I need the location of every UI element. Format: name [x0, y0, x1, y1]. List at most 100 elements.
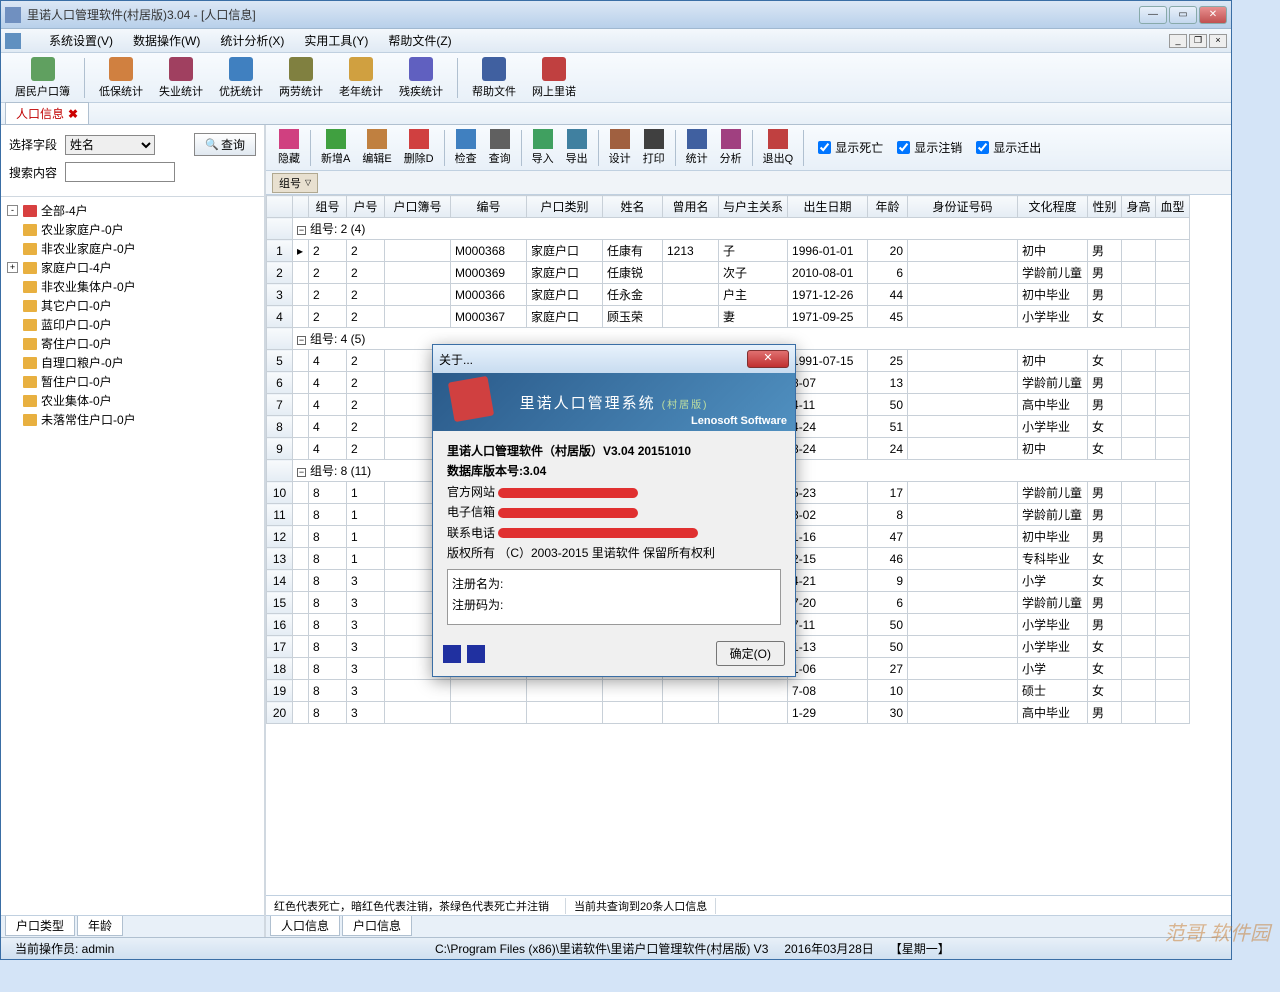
ok-button[interactable]: 确定(O): [716, 641, 785, 666]
toolbar-btn-8[interactable]: 网上里诺: [524, 55, 584, 101]
group-bar: 组号: [266, 171, 1231, 195]
document-tabs: 人口信息 ✖: [1, 103, 1231, 125]
toolbar-btn-6[interactable]: 残疾统计: [391, 55, 451, 101]
grid-tb-设计[interactable]: 设计: [603, 127, 637, 168]
table-row[interactable]: 1▸22M000368家庭户口任康有1213子1996-01-0120初中男: [267, 240, 1190, 262]
toolbar-icon: [229, 57, 253, 81]
table-row[interactable]: 422M000367家庭户口顾玉荣妻1971-09-2545小学毕业女: [267, 306, 1190, 328]
count-text: 当前共查询到20条人口信息: [566, 898, 716, 914]
menu-item[interactable]: 帮助文件(Z): [378, 34, 461, 48]
bottom-tab[interactable]: 人口信息: [270, 916, 340, 936]
menubar: 系统设置(V)数据操作(W)统计分析(X)实用工具(Y)帮助文件(Z) _ ❐ …: [1, 29, 1231, 53]
bottom-tab[interactable]: 户口信息: [342, 916, 412, 936]
tree-item[interactable]: 农业集体-0户: [5, 391, 260, 410]
dialog-close-button[interactable]: ✕: [747, 350, 789, 368]
table-row[interactable]: 20831-2930高中毕业男: [267, 702, 1190, 724]
close-button[interactable]: ✕: [1199, 6, 1227, 24]
grid-tb-查询[interactable]: 查询: [483, 127, 517, 168]
site-link[interactable]: [498, 485, 638, 499]
tree-item[interactable]: 自理口粮户-0户: [5, 353, 260, 372]
grid-toolbar: 隐藏新增A编辑E删除D检查查询导入导出设计打印统计分析退出Q 显示死亡显示注销显示…: [266, 125, 1231, 171]
tree-item[interactable]: 非农业家庭户-0户: [5, 239, 260, 258]
bottom-tab[interactable]: 年龄: [77, 916, 123, 936]
toolbar-label: 帮助文件: [472, 83, 516, 99]
toolbar-btn-5[interactable]: 老年统计: [331, 55, 391, 101]
check-显示迁出[interactable]: 显示迁出: [976, 139, 1041, 156]
menu-item[interactable]: 系统设置(V): [39, 34, 123, 48]
grid-tb-统计[interactable]: 统计: [680, 127, 714, 168]
grid-tb-删除D[interactable]: 删除D: [398, 127, 440, 168]
window-title: 里诺人口管理软件(村居版)3.04 - [人口信息]: [27, 6, 1139, 23]
tab-label: 人口信息: [16, 107, 64, 121]
minimize-button[interactable]: —: [1139, 6, 1167, 24]
grid-tb-icon: [279, 129, 299, 149]
toolbar-btn-2[interactable]: 失业统计: [151, 55, 211, 101]
check-显示注销[interactable]: 显示注销: [897, 139, 962, 156]
tel-redacted: [498, 528, 698, 538]
grid-tb-分析[interactable]: 分析: [714, 127, 748, 168]
mdi-restore-button[interactable]: ❐: [1189, 34, 1207, 48]
grid-tb-icon: [490, 129, 510, 149]
tab-close-icon[interactable]: ✖: [68, 107, 78, 121]
query-button[interactable]: 查询: [194, 133, 256, 156]
tree-item[interactable]: 非农业集体户-0户: [5, 277, 260, 296]
toolbar-icon: [349, 57, 373, 81]
toolbar-btn-4[interactable]: 两劳统计: [271, 55, 331, 101]
grid-tb-icon: [567, 129, 587, 149]
toolbar-btn-7[interactable]: 帮助文件: [464, 55, 524, 101]
grid-tb-退出Q[interactable]: 退出Q: [757, 127, 800, 168]
tree-item[interactable]: 其它户口-0户: [5, 296, 260, 315]
tree-item[interactable]: 未落常住户口-0户: [5, 410, 260, 429]
path-text: C:\Program Files (x86)\里诺软件\里诺户口管理软件(村居版…: [427, 940, 776, 957]
grid-tb-新增A[interactable]: 新增A: [315, 127, 356, 168]
toolbar-label: 残疾统计: [399, 83, 443, 99]
grid-tb-导出[interactable]: 导出: [560, 127, 594, 168]
toolbar-label: 老年统计: [339, 83, 383, 99]
toolbar-label: 网上里诺: [532, 83, 576, 99]
grid-tb-icon: [367, 129, 387, 149]
tree-item[interactable]: +家庭户口-4户: [5, 258, 260, 277]
mdi-min-button[interactable]: _: [1169, 34, 1187, 48]
dialog-titlebar[interactable]: 关于... ✕: [433, 345, 795, 373]
grid-tb-隐藏[interactable]: 隐藏: [272, 127, 306, 168]
copyright-text: 版权所有 （C）2003-2015 里诺软件 保留所有权利: [447, 546, 715, 560]
grid-status: 红色代表死亡，暗红色代表注销，茶绿色代表死亡并注销 当前共查询到20条人口信息: [266, 895, 1231, 915]
grid-tb-导入[interactable]: 导入: [526, 127, 560, 168]
grid-tb-打印[interactable]: 打印: [637, 127, 671, 168]
toolbar-icon: [109, 57, 133, 81]
toolbar-btn-0[interactable]: 居民户口簿: [7, 55, 78, 101]
tree-item[interactable]: 蓝印户口-0户: [5, 315, 260, 334]
toolbar-btn-1[interactable]: 低保统计: [91, 55, 151, 101]
category-tree[interactable]: -全部-4户农业家庭户-0户非农业家庭户-0户+家庭户口-4户非农业集体户-0户…: [1, 197, 264, 915]
tree-item[interactable]: 农业家庭户-0户: [5, 220, 260, 239]
toolbar-btn-3[interactable]: 优抚统计: [211, 55, 271, 101]
table-row[interactable]: 322M000366家庭户口任永金户主1971-12-2644初中毕业男: [267, 284, 1190, 306]
tree-item[interactable]: 暂住户口-0户: [5, 372, 260, 391]
maximize-button[interactable]: ▭: [1169, 6, 1197, 24]
mail-link[interactable]: [498, 505, 638, 519]
dialog-banner: 里诺人口管理系统 (村居版) Lenosoft Software: [433, 373, 795, 431]
toolbar-icon: [542, 57, 566, 81]
field-select[interactable]: 姓名: [65, 135, 155, 155]
mdi-close-button[interactable]: ×: [1209, 34, 1227, 48]
table-row[interactable]: 19837-0810硕士女: [267, 680, 1190, 702]
table-row[interactable]: 222M000369家庭户口任康锐次子2010-08-016学龄前儿童男: [267, 262, 1190, 284]
grid-tb-icon: [610, 129, 630, 149]
menu-item[interactable]: 数据操作(W): [123, 34, 210, 48]
tree-item[interactable]: 寄住户口-0户: [5, 334, 260, 353]
search-input[interactable]: [65, 162, 175, 182]
menu-item[interactable]: 实用工具(Y): [294, 34, 378, 48]
menu-item[interactable]: 统计分析(X): [210, 34, 294, 48]
titlebar: 里诺人口管理软件(村居版)3.04 - [人口信息] — ▭ ✕: [1, 1, 1231, 29]
tree-item[interactable]: -全部-4户: [5, 201, 260, 220]
grid-tb-检查[interactable]: 检查: [449, 127, 483, 168]
check-显示死亡[interactable]: 显示死亡: [818, 139, 883, 156]
toolbar-label: 失业统计: [159, 83, 203, 99]
group-header[interactable]: −组号: 2 (4): [267, 218, 1190, 240]
group-chip[interactable]: 组号: [272, 173, 318, 193]
tab-population-info[interactable]: 人口信息 ✖: [5, 102, 89, 124]
home-icon[interactable]: [5, 33, 21, 49]
grid-tb-编辑E[interactable]: 编辑E: [356, 127, 397, 168]
left-panel: 选择字段 姓名 查询 搜索内容 -全部-4户农业家庭户-0户非农业家庭户-0户+…: [1, 125, 266, 937]
bottom-tab[interactable]: 户口类型: [5, 916, 75, 936]
